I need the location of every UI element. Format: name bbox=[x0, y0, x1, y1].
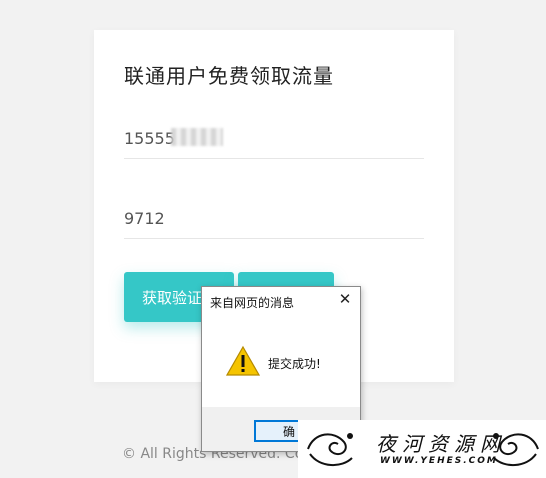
dialog-message: 提交成功! bbox=[268, 357, 321, 371]
phone-field[interactable] bbox=[124, 118, 424, 159]
close-icon[interactable]: ✕ bbox=[336, 290, 354, 308]
dialog-title: 来自网页的消息 bbox=[210, 296, 295, 310]
ornament-left-icon bbox=[307, 433, 353, 466]
ornament-right-icon bbox=[493, 433, 539, 466]
code-input[interactable] bbox=[124, 198, 424, 238]
watermark-url: WWW.YEHES.COM bbox=[380, 456, 498, 466]
page-title: 联通用户免费领取流量 bbox=[124, 64, 334, 88]
warning-icon bbox=[226, 345, 260, 376]
code-field[interactable] bbox=[124, 198, 424, 239]
phone-input[interactable] bbox=[124, 118, 424, 158]
phone-redaction bbox=[171, 128, 223, 146]
watermark: 夜河资源网 WWW.YEHES.COM bbox=[298, 420, 546, 478]
